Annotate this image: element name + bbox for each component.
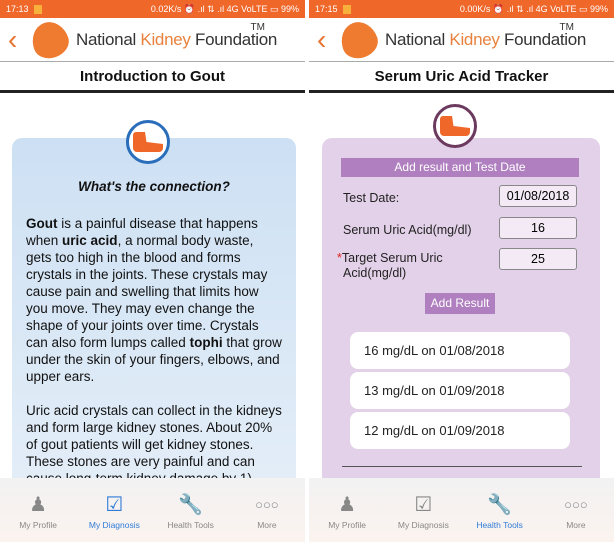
tracker-card: Add result and Test Date Test Date: 01/0…	[322, 138, 600, 478]
nav-label: More	[566, 520, 586, 530]
nav-label: Health Tools	[476, 520, 523, 530]
text-run: , a normal body waste, gets too high in …	[26, 233, 268, 350]
more-icon: ○○○	[564, 497, 588, 512]
kidney-logo-icon	[335, 16, 383, 63]
tools-icon: 🔧	[178, 494, 204, 516]
brand-name: National Kidney Foundation	[76, 29, 278, 49]
foot-icon	[126, 120, 170, 164]
status-time: 17:13	[6, 4, 29, 14]
text-run: Gout	[26, 216, 58, 231]
checkbox-icon: ☑	[105, 494, 124, 516]
bottom-nav: ♟ My Profile ☑ My Diagnosis 🔧 Health Tools ○○○…	[309, 478, 614, 542]
nav-item-more[interactable]: ○○○ More	[232, 492, 302, 530]
nav-item-my-diagnosis[interactable]: ☑ My Diagnosis	[79, 492, 149, 530]
person-icon: ♟	[338, 494, 357, 516]
back-button[interactable]: ‹	[8, 24, 28, 56]
nav-label: My Profile	[19, 520, 58, 530]
nav-item-my-profile[interactable]: ♟ My Profile	[312, 492, 382, 530]
person-icon: ♟	[29, 494, 48, 516]
back-button[interactable]: ‹	[317, 24, 337, 56]
content-card[interactable]: What's the connection? Gout is a painful…	[12, 138, 296, 503]
status-time: 17:15	[315, 4, 338, 14]
section-header: Add result and Test Date	[341, 158, 579, 177]
nav-item-more[interactable]: ○○○ More	[541, 492, 611, 530]
nav-label: More	[257, 520, 277, 530]
text-run: tophi	[189, 335, 223, 350]
nav-label: My Diagnosis	[397, 520, 449, 530]
checkbox-icon: ☑	[414, 494, 433, 516]
nav-label: Health Tools	[167, 520, 214, 530]
notification-icon	[342, 4, 351, 14]
status-bar: 17:13 0.02K/s ⏰ .ıl ⇅ .ıl 4G VoLTE ▭ 99%	[0, 0, 305, 18]
bottom-nav: ♟ My Profile ☑ My Diagnosis 🔧 Health Tools ○○○…	[0, 478, 305, 542]
page-title: Serum Uric Acid Tracker	[309, 62, 614, 93]
text-run: uric acid	[62, 233, 118, 248]
brand-name: National Kidney Foundation	[385, 29, 587, 49]
nav-item-my-diagnosis[interactable]: ☑ My Diagnosis	[388, 492, 458, 530]
result-item[interactable]: 13 mg/dL on 01/09/2018	[350, 372, 570, 409]
target-label: *Target Serum Uric Acid(mg/dl)	[337, 251, 443, 280]
add-result-button[interactable]: Add Result	[425, 293, 495, 314]
divider	[342, 466, 582, 467]
kidney-logo-icon	[26, 16, 74, 63]
nav-item-health-tools[interactable]: 🔧 Health Tools	[156, 492, 226, 530]
result-item[interactable]: 12 mg/dL on 01/09/2018	[350, 412, 570, 449]
status-indicators: 0.02K/s ⏰ .ıl ⇅ .ıl 4G VoLTE ▭ 99%	[150, 3, 299, 14]
page-title: Introduction to Gout	[0, 62, 305, 93]
foot-icon	[433, 104, 477, 148]
nav-item-my-profile[interactable]: ♟ My Profile	[3, 492, 73, 530]
more-icon: ○○○	[255, 497, 279, 512]
tools-icon: 🔧	[487, 494, 513, 516]
screen-gout-intro: 17:13 0.02K/s ⏰ .ıl ⇅ .ıl 4G VoLTE ▭ 99%…	[0, 0, 305, 542]
trademark: TM	[250, 22, 265, 33]
notification-icon	[33, 4, 42, 14]
nav-label: My Diagnosis	[88, 520, 140, 530]
trademark: TM	[559, 22, 574, 33]
status-bar: 17:15 0.00K/s ⏰ .ıl ⇅ .ıl 4G VoLTE ▭ 99%	[309, 0, 614, 18]
result-item[interactable]: 16 mg/dL on 01/08/2018	[350, 332, 570, 369]
serum-uric-acid-input[interactable]: 16	[499, 217, 577, 239]
app-header: ‹ National Kidney Foundation TM	[309, 16, 614, 63]
nav-item-health-tools[interactable]: 🔧 Health Tools	[465, 492, 535, 530]
serum-uric-acid-label: Serum Uric Acid(mg/dl)	[343, 223, 472, 237]
target-input[interactable]: 25	[499, 248, 577, 270]
status-indicators: 0.00K/s ⏰ .ıl ⇅ .ıl 4G VoLTE ▭ 99%	[459, 3, 608, 14]
nav-label: My Profile	[328, 520, 367, 530]
test-date-label: Test Date:	[343, 191, 400, 205]
test-date-input[interactable]: 01/08/2018	[499, 185, 577, 207]
app-header: ‹ National Kidney Foundation TM	[0, 16, 305, 63]
section-heading: What's the connection?	[78, 179, 230, 194]
screen-uric-acid-tracker: 17:15 0.00K/s ⏰ .ıl ⇅ .ıl 4G VoLTE ▭ 99%…	[309, 0, 614, 542]
paragraph: Gout is a painful disease that happens w…	[26, 215, 282, 385]
